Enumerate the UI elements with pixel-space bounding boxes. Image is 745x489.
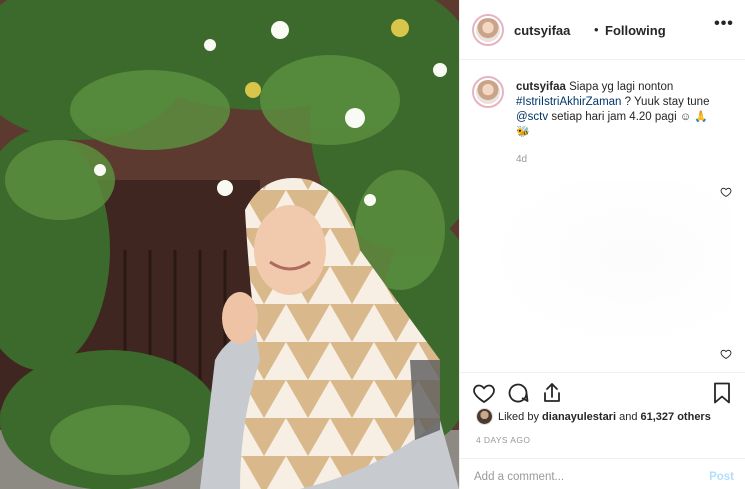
post-timestamp[interactable]: 4 DAYS AGO	[476, 435, 530, 445]
more-options-icon[interactable]: •••	[712, 14, 736, 34]
caption-age: 4d	[516, 154, 528, 165]
caption-username[interactable]: cutsyifaa	[516, 81, 566, 93]
caption-like-heart-icon[interactable]	[720, 186, 732, 198]
caption-text-1: Siapa yg lagi nonton	[569, 81, 674, 93]
pray-emoji: 🙏	[694, 111, 708, 123]
post-header: cutsyifaa • Following •••	[460, 0, 745, 60]
likes-conjunction: and	[619, 411, 638, 423]
likes-text: Liked by dianayulestari and 61,327 other…	[498, 411, 711, 423]
caption-section: cutsyifaa Siapa yg lagi nonton #IstriIst…	[460, 60, 745, 370]
caption-mention[interactable]: @sctv	[516, 111, 548, 123]
following-button[interactable]: Following	[605, 23, 666, 38]
bee-emoji: 🐝	[516, 126, 530, 138]
caption-text: cutsyifaa Siapa yg lagi nonton #IstriIst…	[516, 80, 738, 140]
comment-icon[interactable]	[506, 381, 530, 405]
comments-area	[480, 180, 730, 350]
author-avatar[interactable]	[472, 14, 504, 46]
post-button[interactable]: Post	[709, 471, 734, 483]
heart-icon[interactable]	[472, 381, 496, 405]
header-separator: •	[594, 22, 599, 37]
likes-count[interactable]: 61,327 others	[641, 411, 711, 423]
caption-text-3: setiap hari jam 4.20 pagi	[551, 111, 677, 123]
comment-input[interactable]: Add a comment...	[474, 471, 564, 483]
action-bar	[460, 372, 745, 408]
liker-username[interactable]: dianayulestari	[542, 411, 616, 423]
share-icon[interactable]	[540, 381, 564, 405]
bookmark-icon[interactable]	[710, 381, 734, 405]
comment-box: Add a comment... Post	[460, 458, 745, 489]
comment-like-heart-icon[interactable]	[720, 348, 732, 360]
author-username[interactable]: cutsyifaa	[514, 23, 570, 38]
likes-prefix: Liked by	[498, 411, 539, 423]
likes-row: Liked by dianayulestari and 61,327 other…	[460, 406, 745, 428]
smile-emoji: ☺	[679, 111, 692, 123]
caption-avatar[interactable]	[472, 76, 504, 108]
caption-hashtag[interactable]: #IstriIstriAkhirZaman	[516, 96, 621, 108]
liker-avatar[interactable]	[476, 408, 493, 425]
post-details-panel: cutsyifaa • Following ••• cutsyifaa Siap…	[459, 0, 745, 489]
post-photo[interactable]	[0, 0, 459, 489]
caption-text-2: ? Yuuk stay tune	[624, 96, 710, 108]
